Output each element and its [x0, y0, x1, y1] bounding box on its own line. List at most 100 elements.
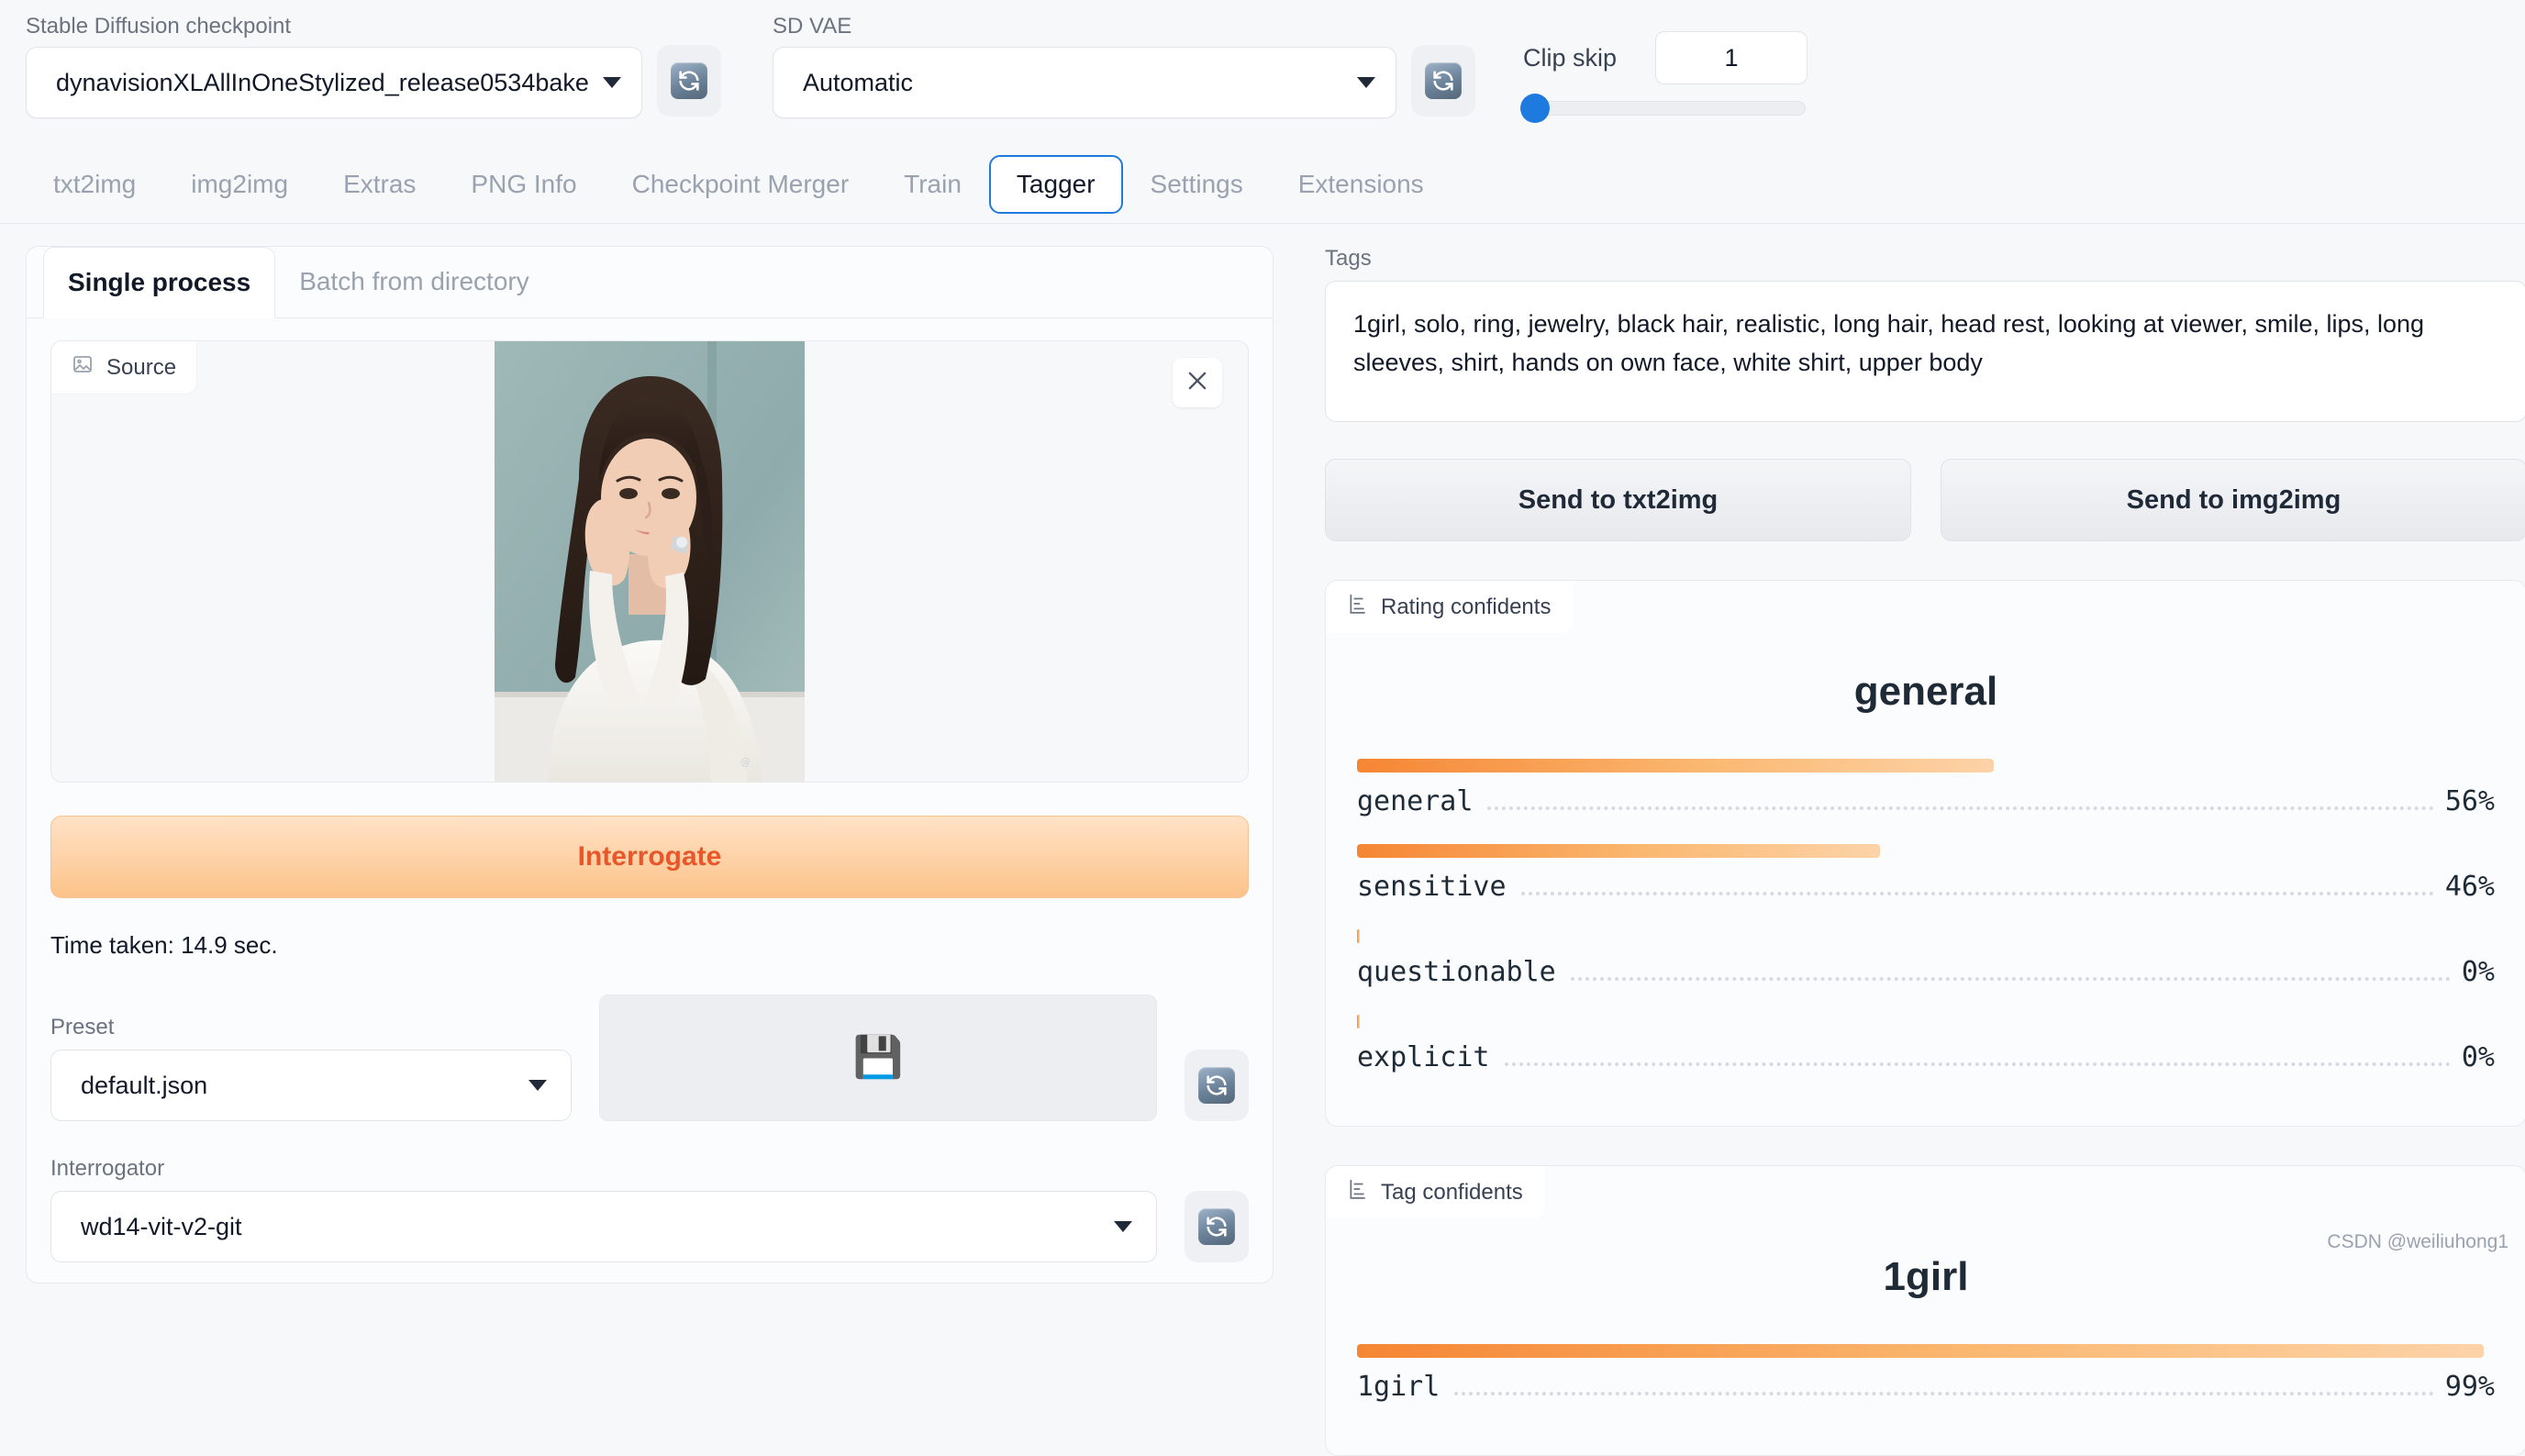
refresh-icon [1198, 1208, 1235, 1246]
preset-value: default.json [81, 1071, 208, 1099]
bar-row: explicit 0% [1357, 1015, 2495, 1074]
checkpoint-label: Stable Diffusion checkpoint [26, 14, 292, 39]
bar-legend: explicit 0% [1357, 1028, 2495, 1074]
bar-track [1357, 844, 2495, 859]
bar-row: 1girl 99% [1357, 1344, 2495, 1404]
tab-train[interactable]: Train [876, 155, 989, 214]
leader-dots [1570, 977, 2451, 982]
bar-spacer [1357, 995, 2495, 1015]
image-icon [72, 353, 94, 382]
tab-tagger[interactable]: Tagger [988, 155, 1123, 215]
preset-label: Preset [50, 1015, 115, 1040]
bar-track [1357, 929, 2495, 944]
tab-checkpoint-merger[interactable]: Checkpoint Merger [605, 155, 877, 214]
bar-label: sensitive [1357, 871, 1507, 904]
bar-label: general [1357, 785, 1474, 818]
subtab-single-process[interactable]: Single process [43, 247, 276, 319]
tab-img2img[interactable]: img2img [163, 155, 316, 214]
bar-track [1357, 1344, 2495, 1359]
tab-settings[interactable]: Settings [1123, 155, 1271, 214]
bar-label: 1girl [1357, 1371, 1440, 1404]
tab-png-info[interactable]: PNG Info [443, 155, 604, 214]
bar-chart-icon [1348, 593, 1368, 621]
vae-label: SD VAE [773, 14, 852, 39]
vae-select[interactable]: Automatic [773, 47, 1396, 119]
subtab-batch-from-directory[interactable]: Batch from directory [275, 247, 553, 317]
refresh-icon [1198, 1067, 1235, 1105]
rating-bar-list: general 56% sensitive 46% questionable 0% expl… [1357, 759, 2495, 1100]
leader-dots [1504, 1062, 2451, 1067]
refresh-interrogator-button[interactable] [1185, 1191, 1249, 1263]
tab-txt2img[interactable]: txt2img [26, 155, 163, 214]
vae-value: Automatic [803, 68, 914, 96]
chevron-down-icon [603, 77, 621, 89]
slider-thumb[interactable] [1520, 94, 1550, 123]
bar-value: 0% [2461, 1041, 2495, 1074]
clip-skip-input[interactable]: 1 [1655, 31, 1808, 84]
svg-text:@: @ [740, 756, 751, 768]
bar-track [1357, 1015, 2495, 1029]
clip-skip-slider[interactable] [1520, 94, 1806, 123]
interrogator-label: Interrogator [50, 1156, 165, 1182]
refresh-checkpoint-button[interactable] [657, 45, 721, 117]
bar-fill [1357, 1344, 2484, 1359]
bar-spacer [1357, 824, 2495, 844]
interrogator-row: Interrogator wd14-vit-v2-git [50, 1156, 1249, 1263]
preset-select[interactable]: default.json [50, 1050, 572, 1122]
bar-spacer [1357, 1409, 2495, 1429]
watermark: CSDN @weiliuhong1 [2327, 1231, 2508, 1252]
refresh-preset-button[interactable] [1185, 1050, 1249, 1122]
tab-extras[interactable]: Extras [316, 155, 443, 214]
source-image-panel[interactable]: Source @ [50, 340, 1249, 784]
bar-value: 0% [2461, 956, 2495, 989]
main-content: Single process Batch from directory Sour… [0, 224, 2525, 1456]
tag-confidents-chip: Tag confidents [1326, 1166, 1545, 1219]
tag-bar-list: 1girl 99% [1357, 1344, 2495, 1429]
tags-textarea[interactable]: 1girl, solo, ring, jewelry, black hair, … [1325, 281, 2525, 423]
right-column: Tags 1girl, solo, ring, jewelry, black h… [1325, 246, 2525, 1456]
refresh-vae-button[interactable] [1411, 45, 1475, 117]
chevron-down-icon [1114, 1221, 1132, 1233]
bar-value: 46% [2444, 871, 2495, 904]
left-column: Single process Batch from directory Sour… [26, 246, 1274, 1284]
bar-row: general 56% [1357, 759, 2495, 818]
source-chip-label: Source [106, 354, 177, 380]
vae-field: SD VAE Automatic [773, 14, 1396, 119]
checkpoint-select[interactable]: dynavisionXLAllInOneStylized_release0534… [26, 47, 642, 119]
checkpoint-field: Stable Diffusion checkpoint dynavisionXL… [26, 14, 642, 119]
rating-confidents-label: Rating confidents [1381, 594, 1552, 619]
bar-legend: questionable 0% [1357, 943, 2495, 989]
send-to-txt2img-button[interactable]: Send to txt2img [1325, 459, 1911, 542]
rating-chart: general general 56% sensitive 46% questionab… [1326, 581, 2525, 1126]
bar-fill [1357, 759, 1995, 773]
clip-skip-label: Clip skip [1523, 43, 1618, 72]
interrogator-select[interactable]: wd14-vit-v2-git [50, 1191, 1157, 1263]
bar-row: questionable 0% [1357, 929, 2495, 989]
clip-skip-field: Clip skip 1 [1520, 31, 1835, 123]
save-preset-button[interactable]: 💾 [599, 995, 1157, 1122]
interrogator-value: wd14-vit-v2-git [81, 1212, 242, 1240]
send-to-img2img-button[interactable]: Send to img2img [1941, 459, 2525, 542]
interrogate-button[interactable]: Interrogate [50, 816, 1249, 899]
bar-legend: general 56% [1357, 772, 2495, 818]
bar-legend: 1girl 99% [1357, 1358, 2495, 1404]
bar-spacer [1357, 1080, 2495, 1100]
tag-confidents-label: Tag confidents [1381, 1179, 1523, 1205]
process-tab-bar: Single process Batch from directory [27, 247, 1273, 319]
chevron-down-icon [1357, 77, 1375, 89]
preset-field: Preset default.json [50, 1015, 572, 1122]
source-image: @ [495, 341, 805, 783]
bar-fill [1357, 844, 1881, 859]
checkpoint-value: dynavisionXLAllInOneStylized_release0534… [56, 68, 589, 96]
clear-image-button[interactable] [1173, 358, 1222, 408]
bar-chart-icon [1348, 1178, 1368, 1206]
tab-extensions[interactable]: Extensions [1271, 155, 1452, 214]
rating-confidents-panel: Rating confidents general general 56% sens… [1325, 580, 2525, 1128]
send-button-row: Send to txt2img Send to img2img [1325, 459, 2525, 542]
bar-label: explicit [1357, 1041, 1490, 1074]
top-toolbar: Stable Diffusion checkpoint dynavisionXL… [0, 0, 2525, 123]
bar-legend: sensitive 46% [1357, 858, 2495, 904]
source-chip: Source [51, 341, 197, 395]
rating-confidents-chip: Rating confidents [1326, 581, 1574, 634]
time-taken-text: Time taken: 14.9 sec. [50, 931, 278, 960]
